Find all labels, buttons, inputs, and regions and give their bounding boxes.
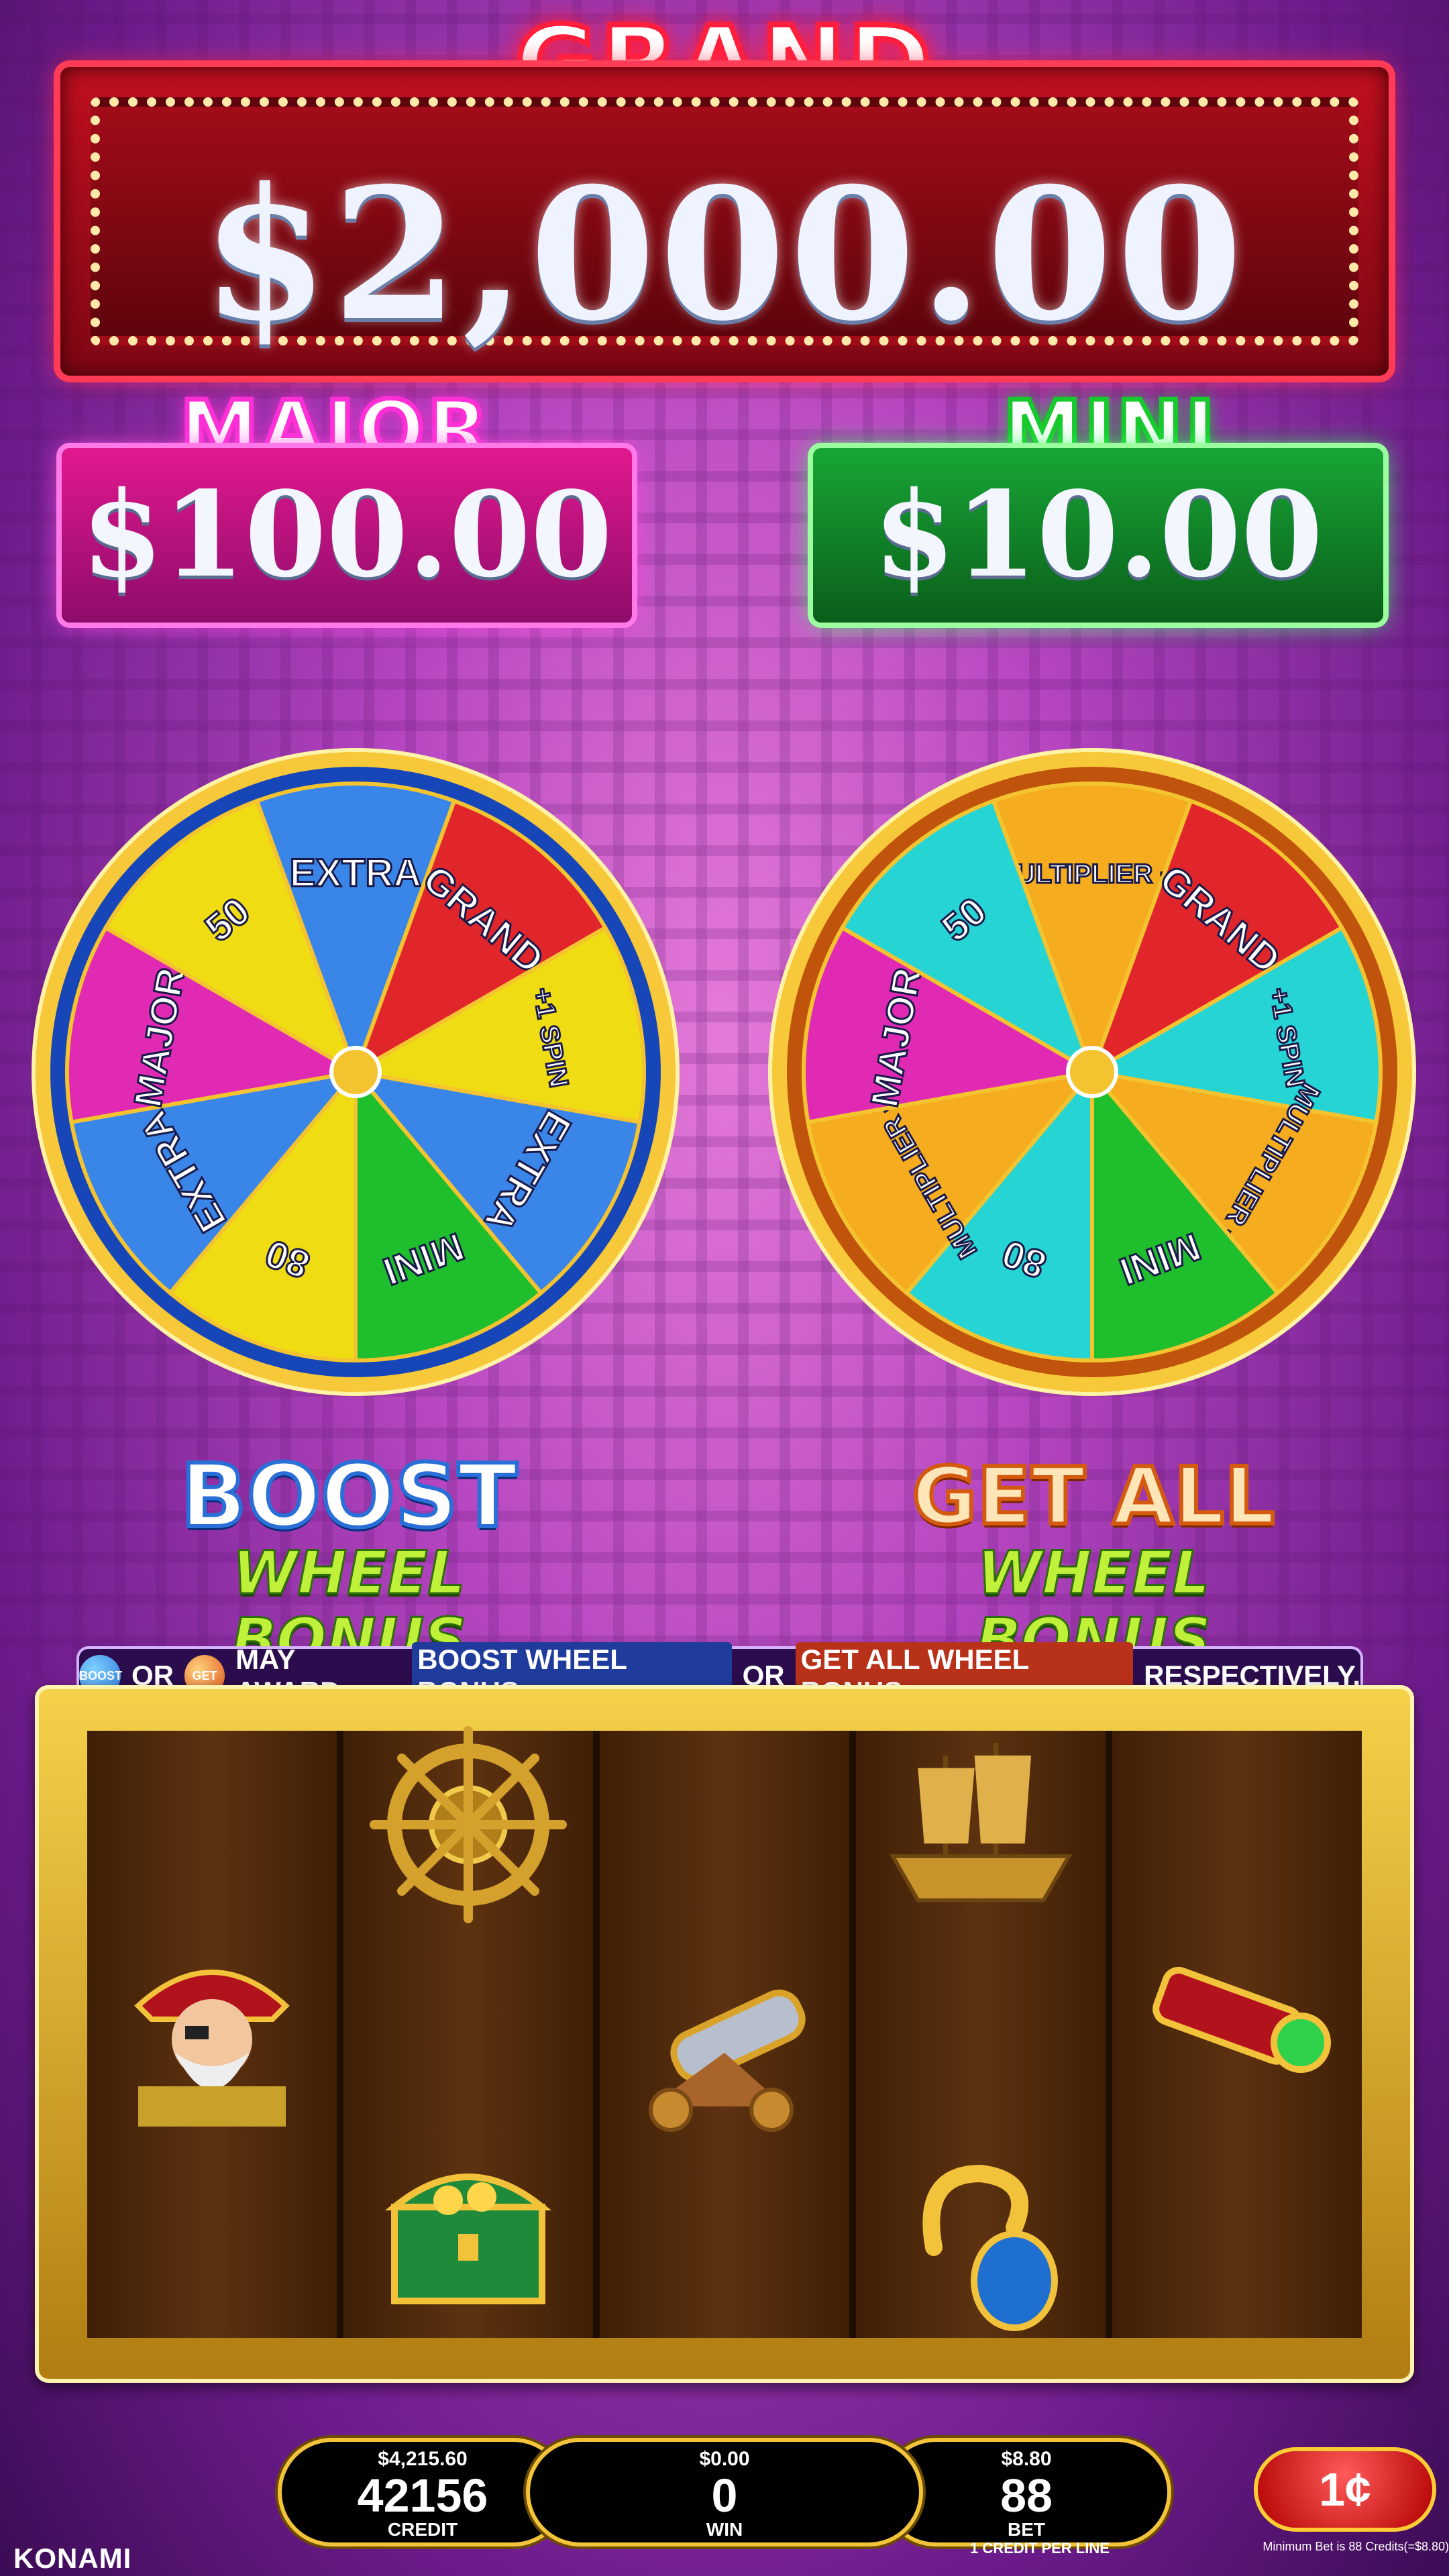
mini-jackpot-panel: $10.00 [813, 448, 1383, 623]
reel-frame [35, 1685, 1414, 2383]
lines-note: 1 CREDIT PER LINE [970, 2540, 1110, 2557]
reel-2 [343, 1726, 600, 2338]
win-meter: $0.00 0 WIN [530, 2442, 919, 2542]
get-all-wheel-title: GET ALL [910, 1448, 1277, 1544]
pirate-captain-icon [111, 1932, 313, 2127]
grand-marquee: $2,000.00 [91, 97, 1358, 355]
grand-jackpot-value: $2,000.00 [202, 148, 1247, 361]
bet-value: 88 [1000, 2469, 1053, 2522]
reel-5 [1112, 1731, 1362, 2338]
boost-wheel-title: BOOST [178, 1445, 519, 1547]
credit-value: 42156 [357, 2469, 488, 2522]
credit-meter: $4,215.60 42156 CREDIT [282, 2442, 564, 2542]
boost-wheel-hub [329, 1046, 382, 1098]
bet-meter[interactable]: $8.80 88 BET [885, 2442, 1167, 2542]
win-label: WIN [706, 2519, 743, 2540]
reel-area [87, 1726, 1362, 2338]
boost-wheel-segment-label: EXTRA [290, 851, 422, 895]
major-jackpot-panel: $100.00 [62, 448, 632, 623]
boost-wheel: EXTRAGRAND+1 SPINEXTRAMINI80EXTRAMAJOR50 [32, 748, 680, 1396]
denomination-button[interactable]: 1¢ [1258, 2451, 1432, 2528]
reel-1 [87, 1731, 343, 2338]
win-value: 0 [711, 2469, 738, 2522]
spyglass-icon [1136, 1919, 1338, 2106]
credit-amount: $4,215.60 [378, 2448, 468, 2470]
bet-label: BET [1008, 2519, 1045, 2540]
hook-icon [880, 2147, 1081, 2334]
pirate-ship-icon [880, 1731, 1081, 1919]
win-amount: $0.00 [699, 2448, 750, 2470]
bet-amount: $8.80 [1001, 2448, 1052, 2470]
reel-4 [856, 1731, 1112, 2338]
cannon-icon [624, 1952, 825, 2140]
major-jackpot-value: $100.00 [81, 466, 612, 604]
reel-3 [600, 1731, 856, 2338]
grand-jackpot-panel: $2,000.00 [60, 67, 1389, 376]
mini-jackpot-value: $10.00 [873, 466, 1323, 604]
konami-logo: KONAMI [13, 2542, 132, 2574]
get-all-wheel: MULTIPLIER +2GRAND+1 SPINMULTIPLIER +1MI… [768, 748, 1416, 1396]
treasure-chest-icon [368, 2133, 569, 2321]
credit-label: CREDIT [387, 2519, 458, 2540]
min-bet-note: Minimum Bet is 88 Credits(=$8.80) [1263, 2540, 1449, 2553]
get-all-wheel-hub [1066, 1046, 1118, 1098]
ship-wheel-icon [368, 1726, 569, 1923]
